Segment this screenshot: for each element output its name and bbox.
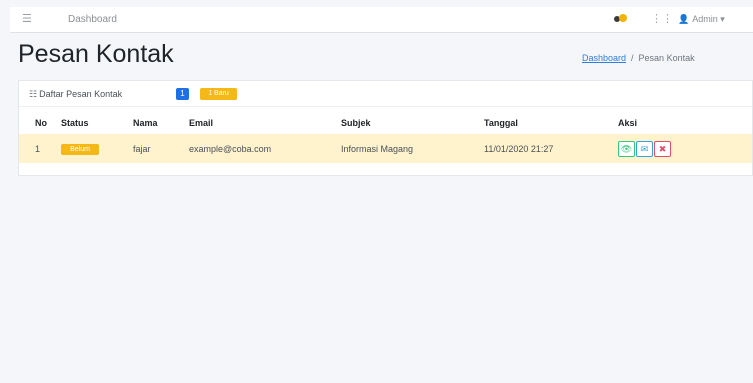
hamburger-menu-icon[interactable]: ☰ (22, 12, 32, 25)
column-header-status: Status (61, 118, 89, 128)
page-title: Pesan Kontak (18, 40, 174, 68)
column-header-aksi: Aksi (618, 118, 638, 128)
cell-status: Belum (61, 134, 133, 163)
card-title: ☷ Daftar Pesan Kontak (29, 89, 122, 100)
cell-aksi: 👁 ✉ ✖ (618, 134, 752, 163)
messages-card: ☷ Daftar Pesan Kontak 1 1 Baru No Status … (18, 80, 753, 176)
user-menu-label: Admin ▾ (692, 14, 725, 24)
cell-subjek: Informasi Magang (341, 143, 414, 154)
breadcrumb-link-dashboard[interactable]: Dashboard (582, 53, 626, 63)
messages-table: No Status Nama Email Subjek Tanggal Aksi… (19, 112, 752, 163)
card-header: ☷ Daftar Pesan Kontak 1 1 Baru (19, 81, 752, 107)
mail-icon: ✉ (640, 143, 649, 154)
delete-message-button[interactable]: ✖ (654, 140, 671, 157)
column-header-nama: Nama (133, 118, 158, 128)
table-row[interactable]: 1 Belum fajar example@coba.com Informasi… (19, 134, 752, 163)
breadcrumb: Dashboard / Pesan Kontak (582, 53, 695, 63)
cell-nama: fajar (133, 143, 151, 154)
card-title-text: Daftar Pesan Kontak (39, 89, 123, 99)
trash-icon: ✖ (658, 143, 667, 154)
user-menu-dropdown[interactable]: 👤 Admin ▾ (678, 14, 725, 25)
status-badge: Belum (61, 143, 99, 155)
column-header-email: Email (189, 118, 214, 128)
breadcrumb-separator: / (631, 53, 634, 63)
cell-tanggal: 11/01/2020 21:27 (484, 143, 554, 154)
column-header-no: No (35, 118, 47, 128)
top-navbar: ☰ Dashboard ⋮⋮ 👤 Admin ▾ (10, 7, 753, 33)
eye-icon: 👁 (620, 143, 633, 154)
user-icon: 👤 (678, 14, 690, 24)
new-messages-badge: 1 Baru (200, 88, 237, 100)
apps-grid-icon[interactable]: ⋮⋮ (651, 12, 673, 25)
view-message-button[interactable]: 👁 (618, 140, 635, 157)
breadcrumb-current: Pesan Kontak (638, 53, 695, 63)
nav-link-dashboard[interactable]: Dashboard (68, 14, 117, 25)
cell-no: 1 (35, 143, 41, 154)
cell-email: example@coba.com (189, 143, 272, 154)
table-header-row: No Status Nama Email Subjek Tanggal Aksi (19, 112, 752, 134)
message-count-badge: 1 (176, 88, 189, 100)
column-header-tanggal: Tanggal (484, 118, 518, 128)
reply-message-button[interactable]: ✉ (636, 140, 653, 157)
list-icon: ☷ (29, 89, 38, 99)
column-header-subjek: Subjek (341, 118, 371, 128)
notification-bell-icon[interactable] (614, 14, 627, 24)
